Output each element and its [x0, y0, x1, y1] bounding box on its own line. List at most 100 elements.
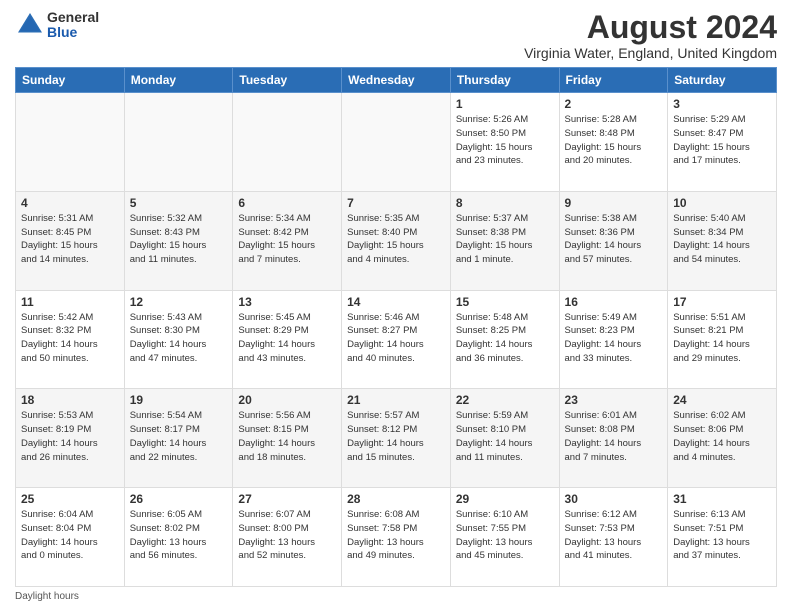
month-title: August 2024 — [524, 10, 777, 45]
calendar-header-row: SundayMondayTuesdayWednesdayThursdayFrid… — [16, 68, 777, 93]
logo-text: General Blue — [47, 10, 99, 41]
day-number: 16 — [565, 295, 663, 309]
calendar-cell: 12Sunrise: 5:43 AM Sunset: 8:30 PM Dayli… — [124, 290, 233, 389]
col-header-sunday: Sunday — [16, 68, 125, 93]
day-number: 1 — [456, 97, 554, 111]
day-info: Sunrise: 6:01 AM Sunset: 8:08 PM Dayligh… — [565, 409, 663, 464]
logo-icon — [15, 10, 45, 40]
day-info: Sunrise: 5:37 AM Sunset: 8:38 PM Dayligh… — [456, 212, 554, 267]
day-number: 6 — [238, 196, 336, 210]
day-number: 30 — [565, 492, 663, 506]
day-number: 7 — [347, 196, 445, 210]
logo-general: General — [47, 10, 99, 25]
day-number: 19 — [130, 393, 228, 407]
calendar-cell: 13 Sunrise: 5:45 AM Sunset: 8:29 PM Dayli… — [233, 290, 342, 389]
day-info: Sunrise: 5:51 AM Sunset: 8:21 PM Dayligh… — [673, 311, 771, 366]
calendar-cell: 28Sunrise: 6:08 AM Sunset: 7:58 PM Dayli… — [342, 488, 451, 587]
day-info: Sunrise: 5:45 AM Sunset: 8:29 PM Dayligh… — [238, 311, 336, 366]
day-number: 21 — [347, 393, 445, 407]
calendar: SundayMondayTuesdayWednesdayThursdayFrid… — [15, 67, 777, 587]
calendar-cell: 30Sunrise: 6:12 AM Sunset: 7:53 PM Dayli… — [559, 488, 668, 587]
day-number: 3 — [673, 97, 771, 111]
calendar-cell: 15Sunrise: 5:48 AM Sunset: 8:25 PM Dayli… — [450, 290, 559, 389]
day-info: Sunrise: 5:35 AM Sunset: 8:40 PM Dayligh… — [347, 212, 445, 267]
calendar-cell: 22 Sunrise: 5:59 AM Sunset: 8:10 PM Dayli… — [450, 389, 559, 488]
day-number: 2 — [565, 97, 663, 111]
calendar-cell: 3Sunrise: 5:29 AM Sunset: 8:47 PM Daylig… — [668, 93, 777, 192]
calendar-cell: 14 Sunrise: 5:46 AM Sunset: 8:27 PM Dayli… — [342, 290, 451, 389]
calendar-cell: 5 Sunrise: 5:32 AM Sunset: 8:43 PM Daylig… — [124, 191, 233, 290]
calendar-cell — [342, 93, 451, 192]
location: Virginia Water, England, United Kingdom — [524, 45, 777, 61]
day-info: Sunrise: 6:02 AM Sunset: 8:06 PM Dayligh… — [673, 409, 771, 464]
calendar-week-3: 11 Sunrise: 5:42 AM Sunset: 8:32 PM Dayli… — [16, 290, 777, 389]
day-info: Sunrise: 5:40 AM Sunset: 8:34 PM Dayligh… — [673, 212, 771, 267]
col-header-tuesday: Tuesday — [233, 68, 342, 93]
calendar-cell: 4Sunrise: 5:31 AM Sunset: 8:45 PM Daylig… — [16, 191, 125, 290]
col-header-wednesday: Wednesday — [342, 68, 451, 93]
col-header-friday: Friday — [559, 68, 668, 93]
day-number: 24 — [673, 393, 771, 407]
day-info: Sunrise: 5:38 AM Sunset: 8:36 PM Dayligh… — [565, 212, 663, 267]
day-number: 28 — [347, 492, 445, 506]
day-info: Sunrise: 5:43 AM Sunset: 8:30 PM Dayligh… — [130, 311, 228, 366]
day-number: 22 — [456, 393, 554, 407]
col-header-thursday: Thursday — [450, 68, 559, 93]
calendar-cell: 20Sunrise: 5:56 AM Sunset: 8:15 PM Dayli… — [233, 389, 342, 488]
day-number: 27 — [238, 492, 336, 506]
calendar-cell: 21 Sunrise: 5:57 AM Sunset: 8:12 PM Dayli… — [342, 389, 451, 488]
day-number: 20 — [238, 393, 336, 407]
day-number: 11 — [21, 295, 119, 309]
day-number: 13 — [238, 295, 336, 309]
logo-blue: Blue — [47, 25, 99, 40]
calendar-cell: 27 Sunrise: 6:07 AM Sunset: 8:00 PM Dayli… — [233, 488, 342, 587]
title-area: August 2024 Virginia Water, England, Uni… — [524, 10, 777, 61]
day-number: 31 — [673, 492, 771, 506]
day-info: Sunrise: 5:59 AM Sunset: 8:10 PM Dayligh… — [456, 409, 554, 464]
day-number: 9 — [565, 196, 663, 210]
day-info: Sunrise: 5:28 AM Sunset: 8:48 PM Dayligh… — [565, 113, 663, 168]
calendar-week-4: 18 Sunrise: 5:53 AM Sunset: 8:19 PM Dayli… — [16, 389, 777, 488]
day-info: Sunrise: 5:34 AM Sunset: 8:42 PM Dayligh… — [238, 212, 336, 267]
logo: General Blue — [15, 10, 99, 41]
day-number: 23 — [565, 393, 663, 407]
calendar-cell: 26Sunrise: 6:05 AM Sunset: 8:02 PM Dayli… — [124, 488, 233, 587]
calendar-cell: 24 Sunrise: 6:02 AM Sunset: 8:06 PM Dayli… — [668, 389, 777, 488]
day-number: 18 — [21, 393, 119, 407]
calendar-cell: 19Sunrise: 5:54 AM Sunset: 8:17 PM Dayli… — [124, 389, 233, 488]
calendar-week-1: 1Sunrise: 5:26 AM Sunset: 8:50 PM Daylig… — [16, 93, 777, 192]
calendar-cell: 25 Sunrise: 6:04 AM Sunset: 8:04 PM Dayli… — [16, 488, 125, 587]
calendar-cell: 23 Sunrise: 6:01 AM Sunset: 8:08 PM Dayli… — [559, 389, 668, 488]
day-info: Sunrise: 6:07 AM Sunset: 8:00 PM Dayligh… — [238, 508, 336, 563]
day-info: Sunrise: 5:32 AM Sunset: 8:43 PM Dayligh… — [130, 212, 228, 267]
day-number: 14 — [347, 295, 445, 309]
day-number: 15 — [456, 295, 554, 309]
col-header-monday: Monday — [124, 68, 233, 93]
calendar-cell: 8Sunrise: 5:37 AM Sunset: 8:38 PM Daylig… — [450, 191, 559, 290]
calendar-week-5: 25 Sunrise: 6:04 AM Sunset: 8:04 PM Dayli… — [16, 488, 777, 587]
day-info: Sunrise: 5:53 AM Sunset: 8:19 PM Dayligh… — [21, 409, 119, 464]
day-info: Sunrise: 5:57 AM Sunset: 8:12 PM Dayligh… — [347, 409, 445, 464]
day-info: Sunrise: 6:04 AM Sunset: 8:04 PM Dayligh… — [21, 508, 119, 563]
calendar-week-2: 4Sunrise: 5:31 AM Sunset: 8:45 PM Daylig… — [16, 191, 777, 290]
day-number: 17 — [673, 295, 771, 309]
calendar-cell — [16, 93, 125, 192]
calendar-cell — [124, 93, 233, 192]
calendar-cell: 2 Sunrise: 5:28 AM Sunset: 8:48 PM Daylig… — [559, 93, 668, 192]
day-info: Sunrise: 6:10 AM Sunset: 7:55 PM Dayligh… — [456, 508, 554, 563]
header: General Blue August 2024 Virginia Water,… — [15, 10, 777, 61]
col-header-saturday: Saturday — [668, 68, 777, 93]
day-number: 25 — [21, 492, 119, 506]
day-info: Sunrise: 6:05 AM Sunset: 8:02 PM Dayligh… — [130, 508, 228, 563]
calendar-cell — [233, 93, 342, 192]
page: General Blue August 2024 Virginia Water,… — [0, 0, 792, 612]
calendar-cell: 18 Sunrise: 5:53 AM Sunset: 8:19 PM Dayli… — [16, 389, 125, 488]
calendar-cell: 31Sunrise: 6:13 AM Sunset: 7:51 PM Dayli… — [668, 488, 777, 587]
calendar-cell: 17 Sunrise: 5:51 AM Sunset: 8:21 PM Dayli… — [668, 290, 777, 389]
day-info: Sunrise: 5:46 AM Sunset: 8:27 PM Dayligh… — [347, 311, 445, 366]
day-number: 5 — [130, 196, 228, 210]
day-info: Sunrise: 5:42 AM Sunset: 8:32 PM Dayligh… — [21, 311, 119, 366]
day-info: Sunrise: 5:49 AM Sunset: 8:23 PM Dayligh… — [565, 311, 663, 366]
calendar-cell: 16 Sunrise: 5:49 AM Sunset: 8:23 PM Dayli… — [559, 290, 668, 389]
day-info: Sunrise: 5:31 AM Sunset: 8:45 PM Dayligh… — [21, 212, 119, 267]
